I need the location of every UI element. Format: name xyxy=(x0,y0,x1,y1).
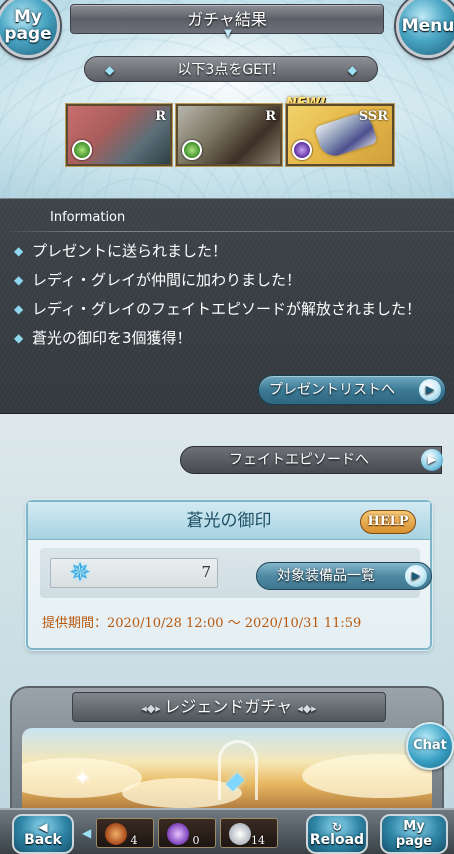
item-count: 14 xyxy=(251,834,265,847)
legend-gacha-title: レジェンドガチャ xyxy=(164,697,293,716)
ornament-icon: ◂◆▸ xyxy=(297,702,317,715)
list-item: ◆ プレゼントに送られました！ xyxy=(14,237,444,266)
item-slot[interactable]: 0 xyxy=(158,818,216,848)
list-item: ◆ 蒼光の御印を3個獲得！ xyxy=(14,324,444,353)
present-list-button[interactable]: プレゼントリストへ ▶ xyxy=(258,375,446,405)
information-title: Information xyxy=(50,210,126,225)
seal-count: 7 xyxy=(201,563,211,581)
back-label: Back xyxy=(24,831,62,848)
legend-gacha-artwork: ✦ xyxy=(22,728,432,814)
wind-element-icon xyxy=(72,140,92,160)
mypage-label-line2: page xyxy=(395,834,433,849)
portal-arch xyxy=(218,740,258,800)
divider xyxy=(0,231,454,232)
list-item: ◆ レディ・グレイのフェイトエピソードが解放されました！ xyxy=(14,295,444,324)
list-item: ◆ レディ・グレイが仲間に加わりました！ xyxy=(14,266,444,295)
legend-gacha-banner[interactable]: ◂◆▸ レジェンドガチャ ◂◆▸ ✦ xyxy=(10,686,444,816)
rarity-badge: R xyxy=(155,109,166,124)
item-slot[interactable]: 4 xyxy=(96,818,154,848)
information-list: ◆ プレゼントに送られました！ ◆ レディ・グレイが仲間に加わりました！ ◆ レディ・… xyxy=(14,237,444,353)
item-slot[interactable]: 14 xyxy=(220,818,278,848)
mypage-label-line1: My xyxy=(403,819,425,834)
bottom-nav-bar: ◀ Back ◀ 4 0 14 ↻ Reload My page xyxy=(0,808,454,854)
diamond-icon: ◆ xyxy=(347,63,357,77)
get-banner-text: 以下3点をGET！ xyxy=(177,62,285,78)
seal-panel: 蒼光の御印 HELP ✵ 7 対象装備品一覧 ▶ 提供期間：2020/10/28… xyxy=(26,500,432,650)
result-card[interactable]: R xyxy=(66,104,172,166)
help-button[interactable]: HELP xyxy=(360,510,416,534)
rarity-badge: R xyxy=(265,109,276,124)
target-equipment-button[interactable]: 対象装備品一覧 ▶ xyxy=(256,562,432,590)
offer-period: 提供期間：2020/10/28 12:00 ～ 2020/10/31 11:59 xyxy=(42,616,362,631)
ornament-icon: ◂◆▸ xyxy=(141,702,165,715)
diamond-bullet-icon: ◆ xyxy=(14,331,24,345)
seal-count-box: ✵ 7 xyxy=(50,558,218,588)
wind-element-icon xyxy=(182,140,202,160)
back-button[interactable]: ◀ Back xyxy=(12,814,74,854)
reload-button[interactable]: ↻ Reload xyxy=(306,814,368,854)
page-title: ガチャ結果 xyxy=(187,10,267,29)
arrow-right-icon: ▶ xyxy=(419,379,441,401)
mypage-button-bottom[interactable]: My page xyxy=(380,814,448,854)
seal-title-text: 蒼光の御印 xyxy=(186,511,272,531)
get-banner: ◆ 以下3点をGET！ ◆ xyxy=(84,56,378,82)
rarity-badge: SSR xyxy=(358,109,388,124)
arrow-right-icon: ▶ xyxy=(405,565,427,587)
seal-title: 蒼光の御印 HELP xyxy=(28,502,430,540)
diamond-bullet-icon: ◆ xyxy=(14,302,24,316)
dark-element-icon xyxy=(292,140,312,160)
chat-button[interactable]: Chat xyxy=(406,722,454,770)
result-card[interactable]: R xyxy=(176,104,282,166)
target-equipment-label: 対象装備品一覧 xyxy=(277,568,375,584)
fate-episode-button[interactable]: フェイトエピソードへ ▶ xyxy=(180,446,443,474)
reload-icon: ↻ xyxy=(331,819,343,834)
diamond-icon: ◆ xyxy=(105,63,115,77)
present-list-label: プレゼントリストへ xyxy=(269,382,395,398)
item-shortcut-bar: 4 0 14 xyxy=(96,818,296,850)
chat-label: Chat xyxy=(413,738,447,753)
item-count: 4 xyxy=(130,834,138,847)
result-card[interactable]: SSR xyxy=(286,104,394,166)
reload-label: Reload xyxy=(309,831,365,848)
item-count: 0 xyxy=(192,834,200,847)
diamond-bullet-icon: ◆ xyxy=(14,273,24,287)
back-arrow-icon: ◀ xyxy=(38,819,48,834)
arrow-right-icon: ▶ xyxy=(421,449,443,471)
result-cards: R R SSR xyxy=(66,104,396,168)
title-down-arrow-icon: ▼ xyxy=(224,28,232,39)
seal-crystal-icon: ✵ xyxy=(69,558,91,588)
menu-label: Menu xyxy=(401,15,454,36)
information-panel: Information ◆ プレゼントに送られました！ ◆ レディ・グレイが仲間に加… xyxy=(0,198,454,414)
mypage-label-line2: page xyxy=(4,24,52,44)
fate-episode-label: フェイトエピソードへ xyxy=(229,452,369,468)
scroll-left-icon[interactable]: ◀ xyxy=(82,826,91,840)
page-title-bar: ガチャ結果 ▼ xyxy=(70,4,384,39)
sparkle-icon: ✦ xyxy=(74,766,91,790)
diamond-bullet-icon: ◆ xyxy=(14,244,24,258)
legend-gacha-title-bar: ◂◆▸ レジェンドガチャ ◂◆▸ xyxy=(72,692,386,722)
